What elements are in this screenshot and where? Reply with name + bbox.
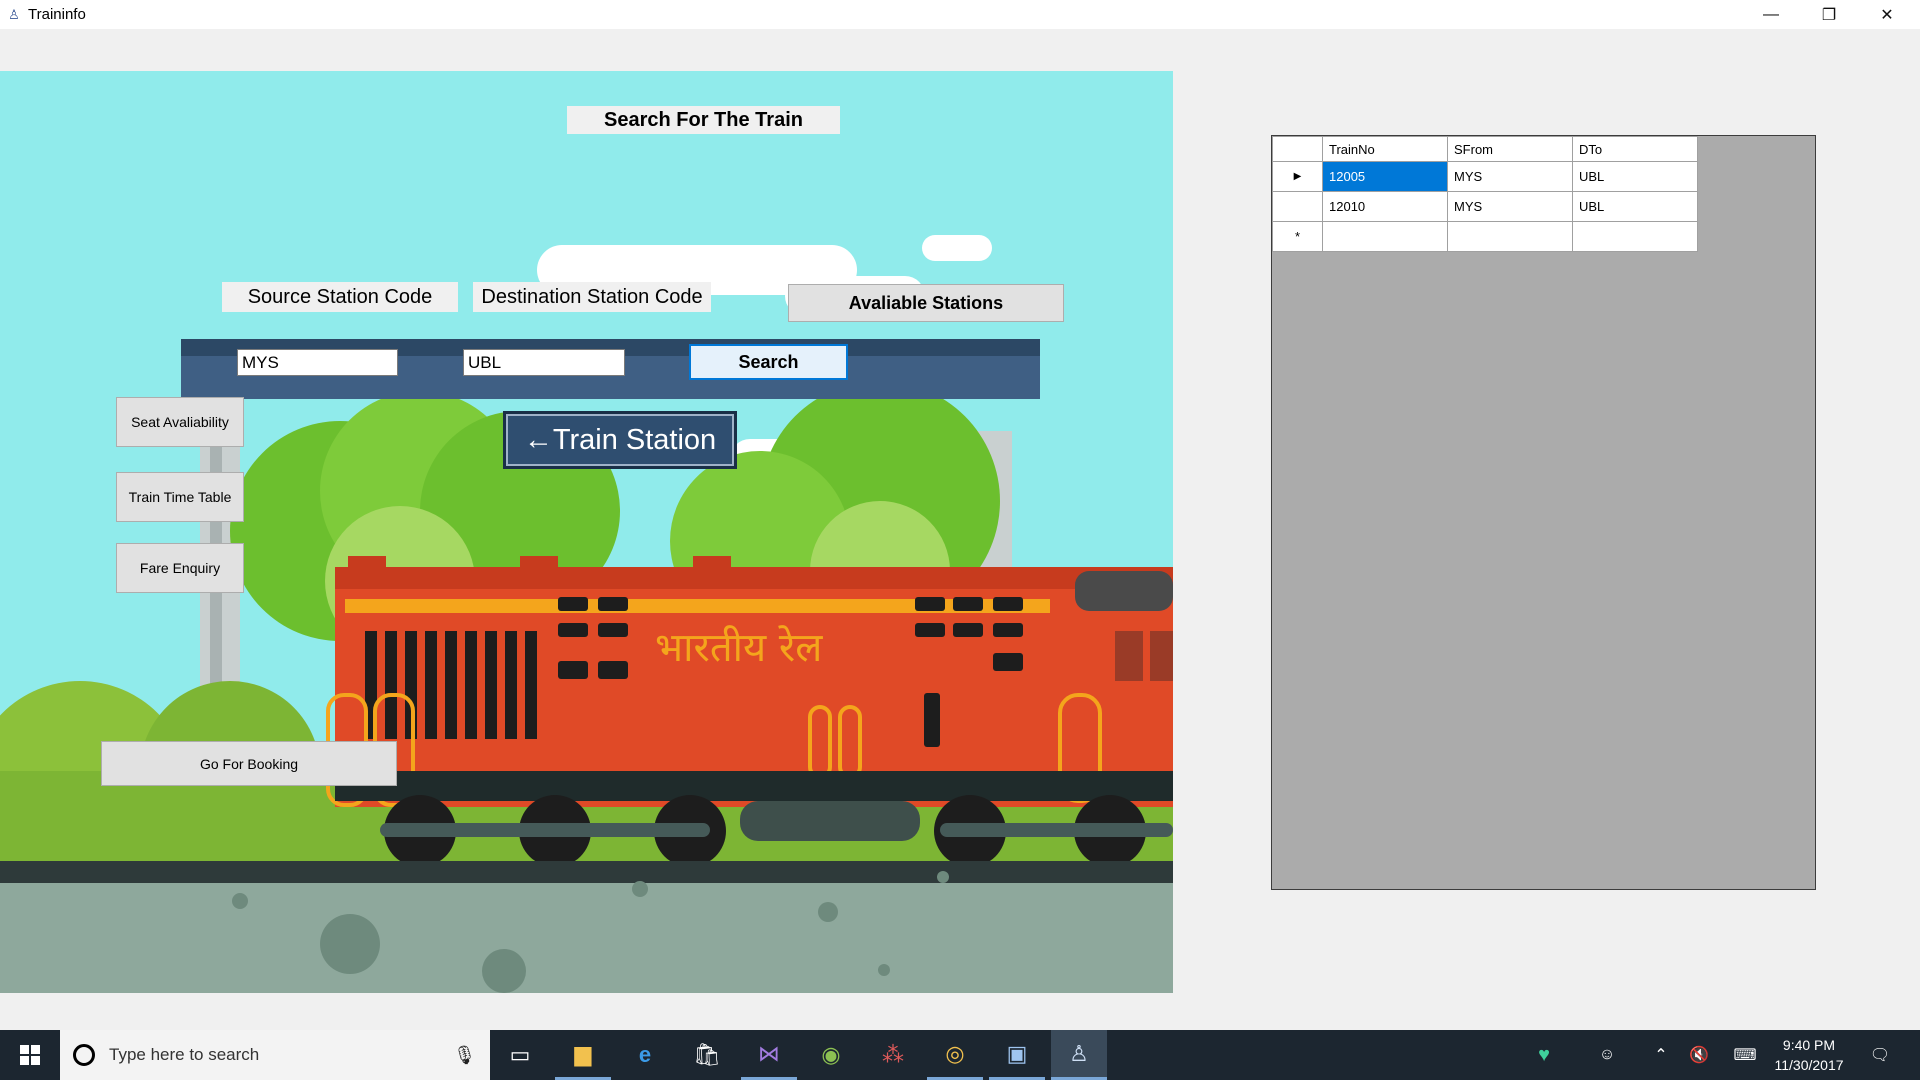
clock-date: 11/30/2017 — [1774, 1057, 1844, 1073]
grid-cell-sfrom[interactable]: MYS — [1447, 191, 1573, 222]
traininfo-app-icon[interactable]: ♙ — [1051, 1030, 1107, 1080]
grid-header-row: TrainNo SFrom DTo — [1272, 136, 1698, 162]
source-station-label: Source Station Code — [222, 282, 458, 312]
grid-corner-cell — [1272, 136, 1323, 162]
destination-station-input[interactable]: UBL — [463, 349, 625, 376]
people-icon[interactable]: ☺ — [1590, 1030, 1624, 1080]
grid-cell-trainno[interactable]: 12005 — [1322, 161, 1448, 192]
grid-cell-dto[interactable]: UBL — [1572, 191, 1698, 222]
window-title: Traininfo — [28, 6, 86, 23]
train-results-grid[interactable]: TrainNo SFrom DTo ▶ 12005 MYS UBL 12010 … — [1271, 135, 1816, 890]
grid-cell-sfrom[interactable]: MYS — [1447, 161, 1573, 192]
grid-table: TrainNo SFrom DTo ▶ 12005 MYS UBL 12010 … — [1272, 136, 1698, 252]
paint-icon[interactable]: ▣ — [989, 1030, 1045, 1080]
volume-muted-icon[interactable]: 🔇 — [1684, 1030, 1714, 1080]
column-header-trainno[interactable]: TrainNo — [1322, 136, 1448, 162]
row-header-cell[interactable] — [1272, 191, 1323, 222]
keyboard-icon[interactable]: ⌨ — [1728, 1030, 1762, 1080]
android-studio-icon[interactable]: ◉ — [803, 1030, 859, 1080]
action-center-icon[interactable]: 🗨 — [1862, 1030, 1898, 1080]
grid-cell-empty[interactable] — [1447, 221, 1573, 252]
page-heading: Search For The Train — [567, 106, 840, 134]
cortana-icon[interactable] — [73, 1044, 95, 1066]
health-monitor-icon[interactable]: ♥ — [1525, 1030, 1563, 1080]
table-row[interactable]: 12010 MYS UBL — [1272, 191, 1698, 222]
source-station-input[interactable]: MYS — [237, 349, 398, 376]
clock-time: 9:40 PM — [1782, 1037, 1836, 1053]
grid-cell-trainno[interactable]: 12010 — [1322, 191, 1448, 222]
edge-browser-icon[interactable]: e — [617, 1030, 673, 1080]
train-background-image: भारतीय रेल — [0, 71, 1173, 993]
file-explorer-icon[interactable]: ▆ — [555, 1030, 611, 1080]
client-area: भारतीय रेल Search For The Train Source S… — [0, 29, 1920, 1030]
task-view-icon[interactable]: ▭ — [492, 1030, 548, 1080]
store-icon[interactable]: 🛍 — [679, 1030, 735, 1080]
grid-cell-empty[interactable] — [1572, 221, 1698, 252]
grid-cell-empty[interactable] — [1322, 221, 1448, 252]
chevron-up-icon[interactable]: ⌃ — [1648, 1030, 1674, 1080]
table-row[interactable]: ▶ 12005 MYS UBL — [1272, 161, 1698, 192]
train-time-table-button[interactable]: Train Time Table — [116, 472, 244, 522]
search-button[interactable]: Search — [689, 344, 848, 380]
system-clock[interactable]: 9:40 PM 11/30/2017 — [1763, 1030, 1855, 1080]
minimize-button[interactable]: — — [1742, 0, 1800, 29]
restore-button[interactable]: ❐ — [1800, 0, 1858, 29]
destination-station-label: Destination Station Code — [473, 282, 711, 312]
rail-logo-text: भारतीय रेल — [655, 625, 823, 671]
chrome-icon[interactable]: ◎ — [927, 1030, 983, 1080]
train-scene-illustration — [0, 235, 1173, 993]
windows-start-icon[interactable] — [2, 1030, 58, 1080]
app-icon: ♙ — [8, 6, 20, 22]
column-header-dto[interactable]: DTo — [1572, 136, 1698, 162]
app-dots-icon[interactable]: ⁂ — [865, 1030, 921, 1080]
title-bar: ♙ Traininfo — ❐ ✕ — [0, 0, 1920, 29]
taskbar: Type here to search 🎙 ▭ ▆ e 🛍 ⋈ ◉ ⁂ ◎ ▣ … — [0, 1030, 1920, 1080]
current-row-indicator-icon[interactable]: ▶ — [1272, 161, 1323, 192]
grid-cell-dto[interactable]: UBL — [1572, 161, 1698, 192]
go-for-booking-button[interactable]: Go For Booking — [101, 741, 397, 786]
new-row[interactable]: * — [1272, 221, 1698, 252]
new-row-indicator-icon[interactable]: * — [1272, 221, 1323, 252]
microphone-icon[interactable]: 🎙 — [453, 1045, 476, 1066]
train-station-button[interactable]: ←Train Station — [503, 411, 737, 469]
close-button[interactable]: ✕ — [1858, 0, 1916, 29]
seat-availability-button[interactable]: Seat Avaliability — [116, 397, 244, 447]
column-header-sfrom[interactable]: SFrom — [1447, 136, 1573, 162]
fare-enquiry-button[interactable]: Fare Enquiry — [116, 543, 244, 593]
search-placeholder: Type here to search — [109, 1045, 260, 1064]
visual-studio-icon[interactable]: ⋈ — [741, 1030, 797, 1080]
available-stations-button[interactable]: Avaliable Stations — [788, 284, 1064, 322]
taskbar-search-box[interactable]: Type here to search 🎙 — [60, 1030, 490, 1080]
